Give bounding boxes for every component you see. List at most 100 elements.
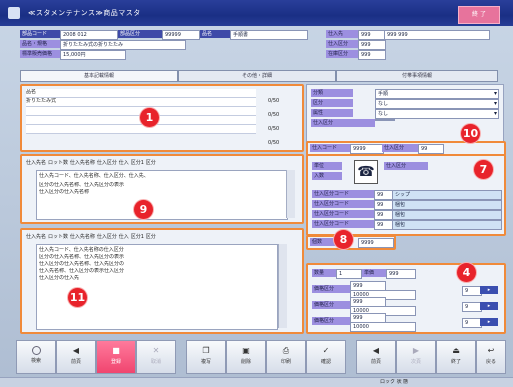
- scrollbar[interactable]: [278, 244, 287, 328]
- scrollbar[interactable]: [286, 170, 295, 218]
- cancel-button[interactable]: ✕ 取消: [136, 340, 176, 374]
- pkg-row-label: 仕入区分コード: [312, 190, 374, 198]
- remark-line: 仕入区分の仕入先名称、仕入先区分の: [39, 261, 125, 267]
- price-field[interactable]: 15,000円: [60, 50, 126, 60]
- part-code-field[interactable]: 2008 012: [60, 30, 118, 40]
- header-cell: 区分: [145, 160, 156, 166]
- pkg-row-value[interactable]: シップ: [392, 190, 502, 200]
- function-toolbar: 検索 ◀ 前頁 ■ 登録 ✕ 取消 ❐ 複写 ▣ 削除 ⎙ 印刷 ✓ 確認 ◀ 前頁 ▶ 次頁 ⏏…: [16, 340, 506, 374]
- division-select[interactable]: なし: [375, 99, 499, 109]
- pkg-row-code[interactable]: 99: [374, 220, 394, 230]
- spec-label: 品名・規格: [20, 40, 60, 48]
- attribute-label: 属性: [311, 109, 353, 117]
- part-code-label: 部品コード: [20, 30, 60, 38]
- price-row: 価格区分 999 10000 9 ▸: [312, 281, 500, 300]
- char-counter: 0/50: [268, 98, 280, 104]
- pkg-row-value[interactable]: 梱包: [392, 200, 502, 210]
- unit-price-field[interactable]: 999: [386, 269, 416, 279]
- pkg-row-code[interactable]: 99: [374, 210, 394, 220]
- window-title: ≪スタメンテナンス≫商品マスタ: [28, 9, 141, 17]
- name-label: 品名: [200, 30, 230, 38]
- purchase-div-field[interactable]: [375, 119, 395, 121]
- description-line[interactable]: [26, 125, 256, 134]
- header-cell: 仕入先名称: [69, 234, 95, 240]
- page-next-button[interactable]: ▶ 次頁: [396, 340, 436, 374]
- button-label: 削除: [240, 359, 251, 365]
- callout-marker: 4: [457, 263, 476, 282]
- pkg-row: 仕入区分コード 99 シップ: [312, 190, 502, 200]
- pkg-row-label: 仕入区分コード: [312, 200, 374, 208]
- stock-type-field[interactable]: 999: [358, 50, 386, 60]
- supplier-extra-field[interactable]: 999 999: [384, 30, 490, 40]
- purchase-code-field[interactable]: 9999: [350, 144, 384, 154]
- back-button[interactable]: ↩ 戻る: [476, 340, 506, 374]
- spec-field[interactable]: 折りたたみ式の折りたたみ: [60, 40, 186, 50]
- supplier-field[interactable]: 999: [358, 30, 386, 40]
- price-row-v2[interactable]: 10000: [350, 322, 416, 332]
- pkg-row-code[interactable]: 99: [374, 200, 394, 210]
- purchase-code-label: 仕入コード: [310, 144, 350, 152]
- price-row: 価格区分 999 10000 9 ▸: [312, 297, 500, 316]
- purchase-type-field[interactable]: 999: [358, 40, 386, 50]
- count-label: 個数: [310, 238, 336, 246]
- purchase-class-field[interactable]: 99: [418, 144, 444, 154]
- page-prev-button[interactable]: ◀ 前頁: [356, 340, 396, 374]
- supplier-notes-textarea[interactable]: 仕入先コード、仕入先名称、仕入区分、仕入先、 区分の仕入先名称、仕入先区分の表示…: [36, 170, 288, 220]
- header-left: 部品コード 2008 012 部品区分 99999 品名 手順書 品名・規格 折…: [20, 30, 310, 60]
- remarks-textarea[interactable]: 仕入先コード、仕入先名称の仕入区分 区分の仕入先名称、仕入先区分の表示 仕入区分…: [36, 244, 278, 330]
- tab-basic[interactable]: 基本記載情報: [20, 70, 178, 82]
- header-cell: ロット数: [47, 160, 68, 166]
- price-row-button[interactable]: ▸: [480, 318, 498, 326]
- part-type-field[interactable]: 99999: [162, 30, 200, 40]
- page-prev-icon: ◀: [372, 346, 380, 355]
- price-rows: 価格区分 999 10000 9 ▸ 価格区分 999 10000 9 ▸ 価格…: [312, 281, 500, 332]
- tab-detail[interactable]: その他・詳細: [178, 70, 336, 82]
- description-line[interactable]: 品名: [26, 89, 256, 98]
- char-counter: 0/50: [268, 126, 280, 132]
- prev-page-button[interactable]: ◀ 前頁: [56, 340, 96, 374]
- pkg-row-code[interactable]: 99: [374, 190, 394, 200]
- phone-icon: ☎: [354, 160, 378, 184]
- quantity-label: 数量: [312, 269, 336, 277]
- class-select[interactable]: 手順: [375, 89, 499, 99]
- title-bar: ≪スタメンテナンス≫商品マスタ 終 了: [0, 0, 513, 26]
- pkg-rows: 仕入区分コード 99 シップ 仕入区分コード 99 梱包 仕入区分コード 99 …: [312, 190, 502, 230]
- price-row-v3[interactable]: 9: [462, 286, 482, 296]
- qty-label: 入数: [312, 172, 342, 180]
- purchase-type-label: 仕入区分: [326, 40, 358, 48]
- price-row-v3[interactable]: 9: [462, 302, 482, 312]
- price-row-button[interactable]: ▸: [480, 286, 498, 294]
- pkg-row-value[interactable]: 梱包: [392, 220, 502, 230]
- close-button[interactable]: 終 了: [458, 6, 500, 24]
- header-cell: 区分1: [130, 234, 144, 240]
- price-row-v3[interactable]: 9: [462, 318, 482, 328]
- attribute-select[interactable]: なし: [375, 109, 499, 119]
- purchase-class-label: 仕入区分: [382, 144, 418, 152]
- pkg-row-value[interactable]: 梱包: [392, 210, 502, 220]
- trash-icon: ▣: [242, 346, 250, 355]
- tab-extra[interactable]: 付帯事項情報: [336, 70, 498, 82]
- name-field[interactable]: 手順書: [230, 30, 308, 40]
- delete-button[interactable]: ▣ 削除: [226, 340, 266, 374]
- price-row: 価格区分 999 10000 9 ▸: [312, 313, 500, 332]
- header-right: 仕入先 999 999 999 仕入区分 999 在庫区分 999: [326, 30, 496, 60]
- search-button[interactable]: 検索: [16, 340, 56, 374]
- quantity-field[interactable]: 1: [336, 269, 362, 279]
- header-cell: ロット数: [47, 234, 68, 240]
- panel-packaging: 単位 入数 ☎ 仕入区分 7 仕入区分コード 99 シップ 仕入区分コード 99…: [306, 154, 506, 236]
- header-cell: 仕入区分: [96, 234, 117, 240]
- price-row-label: 価格区分: [312, 317, 350, 325]
- remark-line: 仕入先名称、仕入区分の表示仕入区分: [39, 268, 125, 274]
- description-line[interactable]: 折りたたみ式: [26, 98, 256, 107]
- stock-type-label: 在庫区分: [326, 50, 358, 58]
- count-field[interactable]: 9999: [358, 238, 394, 248]
- header-cell: 区分1: [130, 160, 144, 166]
- status-bar: ロック 状 態: [0, 377, 513, 387]
- copy-button[interactable]: ❐ 複写: [186, 340, 226, 374]
- pkg-row-label: 仕入区分コード: [312, 220, 374, 228]
- price-row-button[interactable]: ▸: [480, 302, 498, 310]
- confirm-button[interactable]: ✓ 確認: [306, 340, 346, 374]
- print-button[interactable]: ⎙ 印刷: [266, 340, 306, 374]
- register-button[interactable]: ■ 登録: [96, 340, 136, 374]
- exit-button[interactable]: ⏏ 終了: [436, 340, 476, 374]
